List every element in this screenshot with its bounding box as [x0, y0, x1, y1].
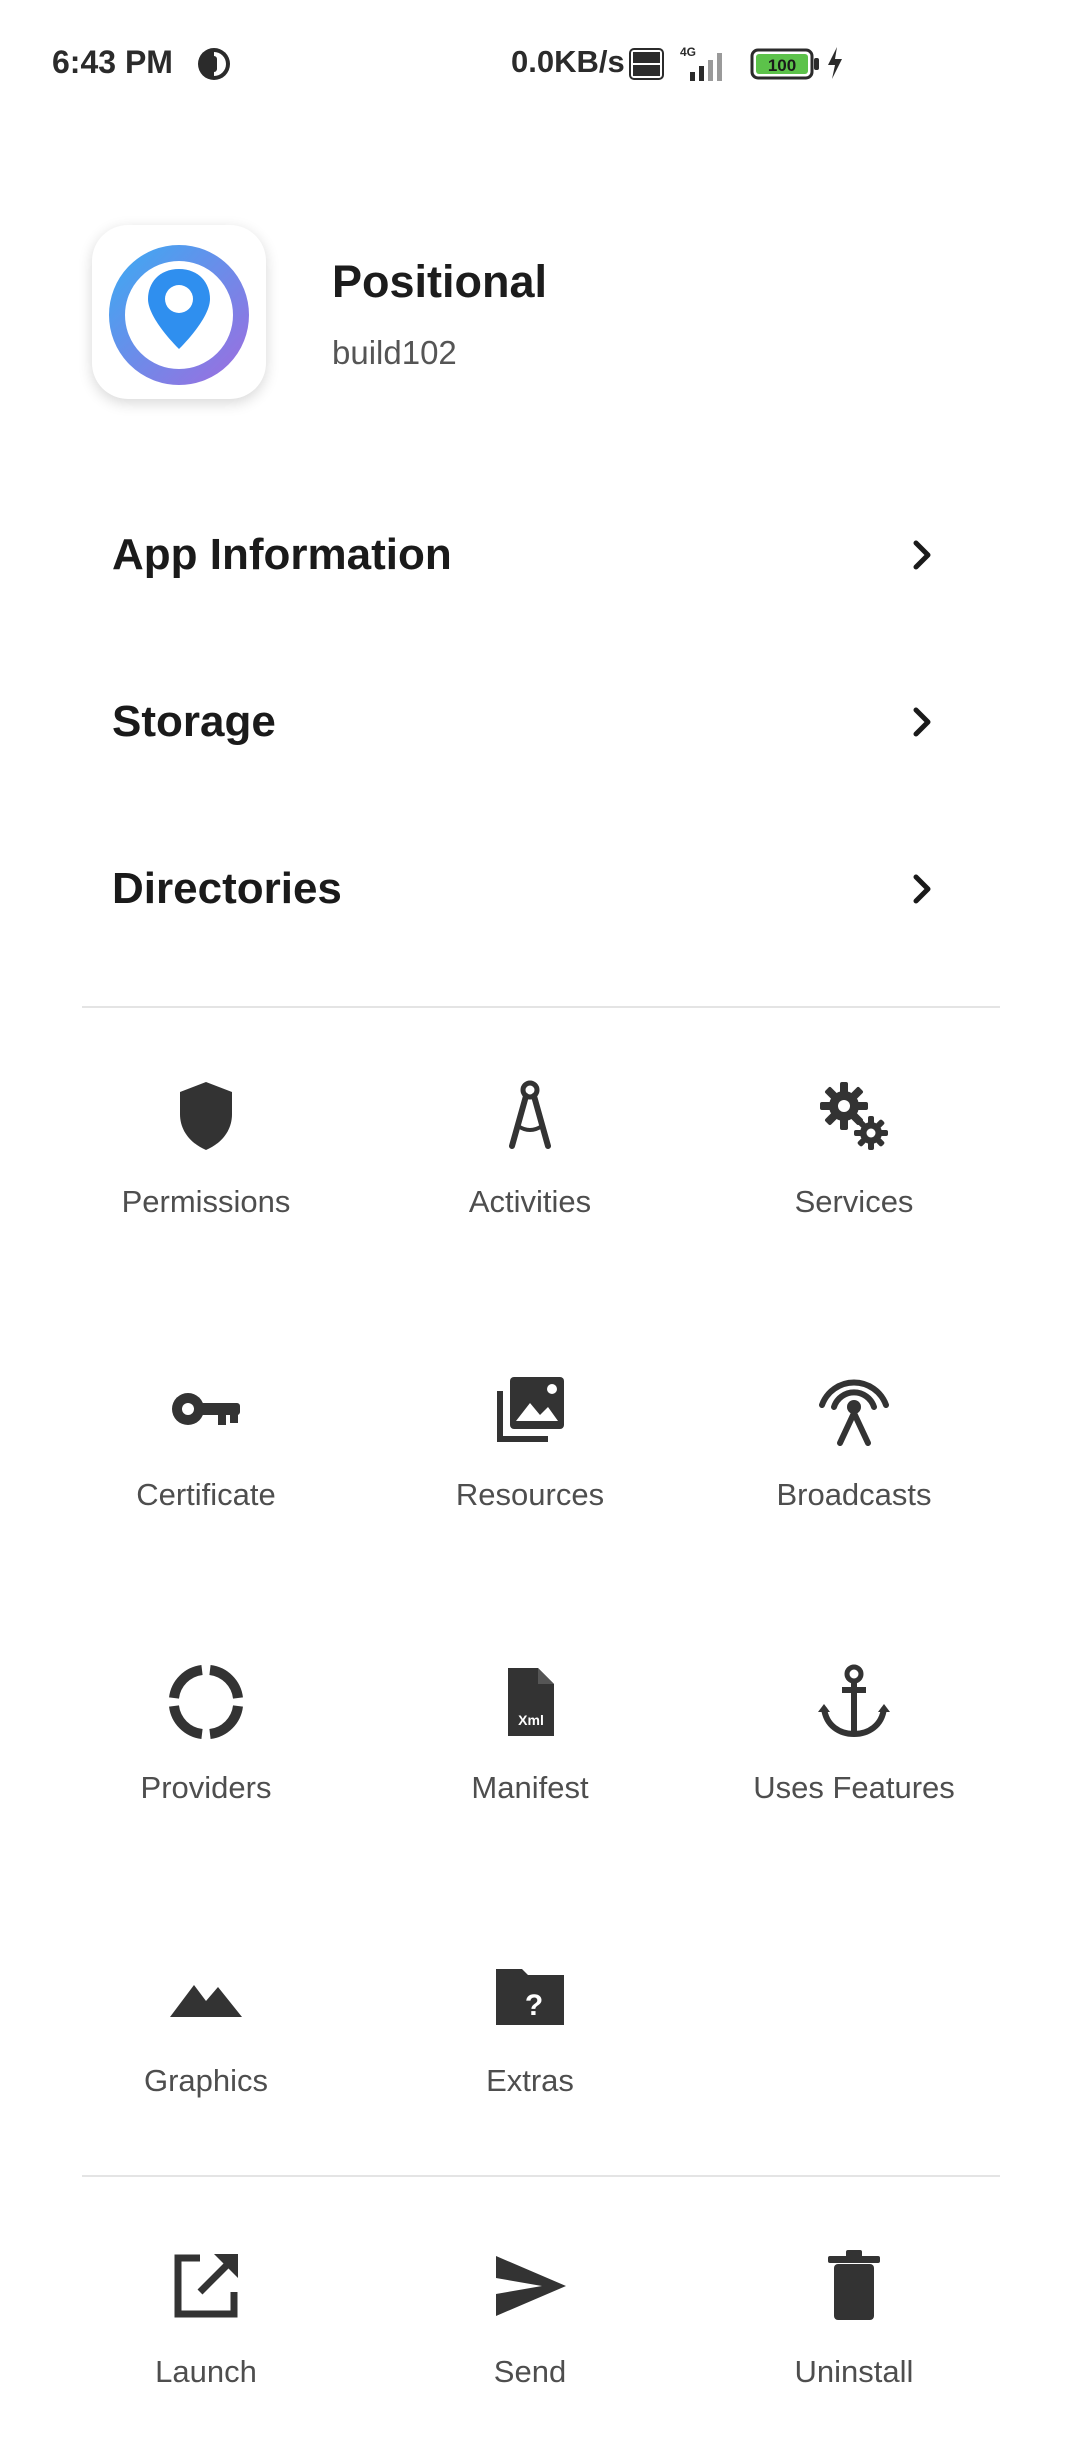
mountains-icon — [170, 1985, 242, 2017]
open-external-icon — [174, 2254, 238, 2318]
svg-text:?: ? — [525, 1989, 543, 2022]
broadcast-tower-icon — [819, 1379, 889, 1446]
gears-icon — [820, 1082, 888, 1150]
chevron-right-icon — [913, 874, 931, 904]
grid-item-extras[interactable]: ? Extras — [365, 1955, 695, 2155]
status-bar: 6:43 PM 0.0KB/s 4G 100 — [0, 0, 1080, 130]
key-icon — [172, 1393, 240, 1425]
network-speed: 0.0KB/s — [511, 44, 625, 79]
circle-segments-icon — [169, 1665, 243, 1739]
grid-item-certificate[interactable]: Certificate — [41, 1369, 371, 1569]
svg-text:Xml: Xml — [518, 1712, 544, 1728]
grid-item-resources[interactable]: Resources — [365, 1369, 695, 1569]
svg-text:100: 100 — [768, 56, 796, 75]
action-label: Uninstall — [794, 2354, 914, 2389]
signal-4g-icon: 4G — [680, 45, 722, 81]
row-label: Directories — [112, 864, 342, 913]
anchor-icon — [818, 1664, 890, 1738]
action-label: Launch — [155, 2354, 257, 2389]
grid-item-label: Graphics — [143, 2063, 269, 2098]
svg-text:4G: 4G — [680, 45, 696, 59]
compass-drafting-icon — [509, 1080, 551, 1149]
divider — [82, 2175, 1000, 2177]
uninstall-button[interactable]: Uninstall — [689, 2246, 1019, 2446]
grid-item-label: Resources — [455, 1477, 605, 1512]
grid-item-graphics[interactable]: Graphics — [41, 1955, 371, 2155]
grid-item-label: Activities — [468, 1184, 592, 1219]
row-label: App Information — [112, 530, 452, 579]
trash-icon — [828, 2250, 880, 2320]
grid-item-label: Providers — [140, 1770, 272, 1805]
grid-item-label: Broadcasts — [776, 1477, 932, 1512]
status-time: 6:43 PM — [52, 44, 173, 80]
send-button[interactable]: Send — [365, 2246, 695, 2446]
xml-file-icon: Xml — [508, 1668, 554, 1736]
chevron-right-icon — [913, 707, 931, 737]
app-header: Positional build102 — [0, 220, 1080, 420]
grid-item-label: Certificate — [136, 1477, 276, 1512]
app-build: build102 — [332, 334, 457, 371]
grid-item-services[interactable]: Services — [689, 1076, 1019, 1276]
app-icon — [92, 225, 266, 399]
row-directories[interactable]: Directories — [82, 831, 962, 951]
grid-item-permissions[interactable]: Permissions — [41, 1076, 371, 1276]
grid-item-label: Services — [794, 1184, 914, 1219]
grid-item-manifest[interactable]: Xml Manifest — [365, 1662, 695, 1862]
grid-item-label: Extras — [486, 2063, 574, 2098]
photo-library-icon — [497, 1377, 564, 1442]
row-storage[interactable]: Storage — [82, 664, 962, 784]
grid-item-label: Manifest — [471, 1770, 589, 1805]
divider — [82, 1006, 1000, 1008]
battery-icon: 100 — [750, 48, 819, 80]
folder-question-icon: ? — [496, 1969, 564, 2025]
charging-icon — [828, 47, 842, 79]
grid-item-broadcasts[interactable]: Broadcasts — [689, 1369, 1019, 1569]
chevron-right-icon — [913, 540, 931, 570]
shield-icon — [180, 1082, 232, 1150]
grid-item-label: Uses Features — [753, 1770, 955, 1805]
location-pin-logo-icon — [109, 245, 249, 385]
grid-item-providers[interactable]: Providers — [41, 1662, 371, 1862]
action-label: Send — [493, 2354, 567, 2389]
app-name: Positional — [332, 256, 548, 307]
volte-icon — [629, 48, 664, 80]
grid-item-uses-features[interactable]: Uses Features — [689, 1662, 1019, 1862]
row-label: Storage — [112, 697, 276, 746]
grid-item-activities[interactable]: Activities — [365, 1076, 695, 1276]
dnd-icon — [198, 48, 230, 80]
send-icon — [496, 2256, 566, 2316]
row-app-information[interactable]: App Information — [82, 497, 962, 617]
launch-button[interactable]: Launch — [41, 2246, 371, 2446]
grid-item-label: Permissions — [121, 1184, 291, 1219]
